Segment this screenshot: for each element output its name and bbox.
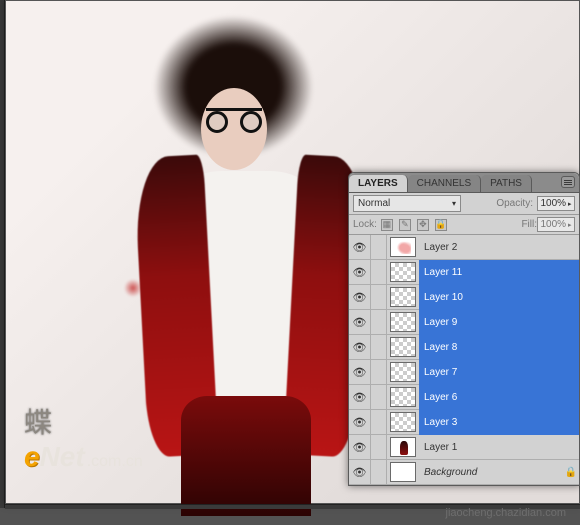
layer-name[interactable]: Layer 9 bbox=[419, 310, 579, 335]
layers-panel: LAYERS CHANNELS PATHS Normal ▾ Opacity: … bbox=[348, 172, 580, 486]
lock-label: Lock: bbox=[353, 219, 377, 230]
enet-logo: eNet.com.cn bbox=[24, 441, 143, 472]
layers-list: 👁 Layer 2 👁 Layer 11 👁 Layer 10 👁 Layer 9 👁 Layer… bbox=[349, 235, 579, 485]
layer-row[interactable]: 👁 Background🔒 bbox=[349, 460, 579, 485]
layer-thumbnail[interactable] bbox=[390, 362, 416, 382]
layer-thumbnail[interactable] bbox=[390, 462, 416, 482]
visibility-eye-icon[interactable]: 👁 bbox=[349, 460, 371, 485]
visibility-eye-icon[interactable]: 👁 bbox=[349, 435, 371, 460]
butterfly-icon: 蝶 bbox=[24, 401, 143, 441]
link-column[interactable] bbox=[371, 285, 387, 310]
fill-value: 100% bbox=[540, 219, 566, 230]
link-column[interactable] bbox=[371, 335, 387, 360]
visibility-eye-icon[interactable]: 👁 bbox=[349, 310, 371, 335]
link-column[interactable] bbox=[371, 385, 387, 410]
visibility-eye-icon[interactable]: 👁 bbox=[349, 285, 371, 310]
layer-row[interactable]: 👁 Layer 3 bbox=[349, 410, 579, 435]
layer-row[interactable]: 👁 Layer 11 bbox=[349, 260, 579, 285]
lock-pixels-icon[interactable]: ✎ bbox=[399, 219, 411, 231]
blend-mode-value: Normal bbox=[358, 198, 390, 209]
link-column[interactable] bbox=[371, 410, 387, 435]
layer-name[interactable]: Layer 8 bbox=[419, 335, 579, 360]
layer-name[interactable]: Background bbox=[419, 460, 563, 485]
tab-channels[interactable]: CHANNELS bbox=[408, 175, 481, 192]
layer-thumbnail[interactable] bbox=[390, 287, 416, 307]
link-column[interactable] bbox=[371, 460, 387, 485]
link-column[interactable] bbox=[371, 260, 387, 285]
chevron-down-icon: ▾ bbox=[452, 199, 456, 208]
layer-thumbnail[interactable] bbox=[390, 312, 416, 332]
link-column[interactable] bbox=[371, 360, 387, 385]
brand-domain: .com.cn bbox=[87, 453, 143, 470]
panel-tabs: LAYERS CHANNELS PATHS bbox=[349, 173, 579, 193]
layer-name[interactable]: Layer 2 bbox=[419, 235, 579, 260]
watermark: 蝶 eNet.com.cn bbox=[24, 401, 143, 473]
visibility-eye-icon[interactable]: 👁 bbox=[349, 260, 371, 285]
brand-e: e bbox=[24, 441, 40, 472]
tab-layers[interactable]: LAYERS bbox=[349, 175, 408, 192]
layer-thumbnail[interactable] bbox=[390, 262, 416, 282]
link-column[interactable] bbox=[371, 310, 387, 335]
visibility-eye-icon[interactable]: 👁 bbox=[349, 235, 371, 260]
layer-thumbnail[interactable] bbox=[390, 337, 416, 357]
layer-row[interactable]: 👁 Layer 2 bbox=[349, 235, 579, 260]
subject-figure bbox=[146, 16, 356, 496]
layer-name[interactable]: Layer 3 bbox=[419, 410, 579, 435]
layer-row[interactable]: 👁 Layer 1 bbox=[349, 435, 579, 460]
opacity-field[interactable]: 100%▸ bbox=[537, 196, 575, 211]
lock-icon: 🔒 bbox=[563, 467, 579, 478]
layer-row[interactable]: 👁 Layer 6 bbox=[349, 385, 579, 410]
lock-icons: ▦ ✎ ✥ 🔒 bbox=[381, 219, 447, 231]
opacity-value: 100% bbox=[540, 198, 566, 209]
layer-row[interactable]: 👁 Layer 9 bbox=[349, 310, 579, 335]
fill-field[interactable]: 100%▸ bbox=[537, 217, 575, 232]
opacity-label: Opacity: bbox=[496, 198, 533, 209]
tab-paths[interactable]: PATHS bbox=[481, 175, 532, 192]
lock-fill-row: Lock: ▦ ✎ ✥ 🔒 Fill: 100%▸ bbox=[349, 215, 579, 235]
layer-name[interactable]: Layer 1 bbox=[419, 435, 579, 460]
layer-thumbnail[interactable] bbox=[390, 237, 416, 257]
layer-name[interactable]: Layer 11 bbox=[419, 260, 579, 285]
footer-credit: jiaocheng.chazidian.com bbox=[446, 507, 566, 519]
link-column[interactable] bbox=[371, 235, 387, 260]
layer-thumbnail[interactable] bbox=[390, 387, 416, 407]
lock-transparent-icon[interactable]: ▦ bbox=[381, 219, 393, 231]
legs bbox=[181, 396, 311, 516]
brand-net: Net bbox=[40, 441, 85, 472]
blend-opacity-row: Normal ▾ Opacity: 100%▸ bbox=[349, 193, 579, 215]
visibility-eye-icon[interactable]: 👁 bbox=[349, 385, 371, 410]
layer-name[interactable]: Layer 7 bbox=[419, 360, 579, 385]
lock-position-icon[interactable]: ✥ bbox=[417, 219, 429, 231]
layer-name[interactable]: Layer 6 bbox=[419, 385, 579, 410]
visibility-eye-icon[interactable]: 👁 bbox=[349, 410, 371, 435]
visibility-eye-icon[interactable]: 👁 bbox=[349, 360, 371, 385]
glasses-icon bbox=[206, 108, 262, 126]
chevron-right-icon: ▸ bbox=[568, 221, 572, 229]
layer-row[interactable]: 👁 Layer 7 bbox=[349, 360, 579, 385]
layer-row[interactable]: 👁 Layer 8 bbox=[349, 335, 579, 360]
lock-all-icon[interactable]: 🔒 bbox=[435, 219, 447, 231]
layer-row[interactable]: 👁 Layer 10 bbox=[349, 285, 579, 310]
visibility-eye-icon[interactable]: 👁 bbox=[349, 335, 371, 360]
fill-label: Fill: bbox=[521, 219, 537, 230]
panel-menu-icon[interactable] bbox=[561, 176, 575, 188]
layer-name[interactable]: Layer 10 bbox=[419, 285, 579, 310]
link-column[interactable] bbox=[371, 435, 387, 460]
layer-thumbnail[interactable] bbox=[390, 437, 416, 457]
blend-mode-select[interactable]: Normal ▾ bbox=[353, 195, 461, 212]
chevron-right-icon: ▸ bbox=[568, 200, 572, 208]
layer-thumbnail[interactable] bbox=[390, 412, 416, 432]
